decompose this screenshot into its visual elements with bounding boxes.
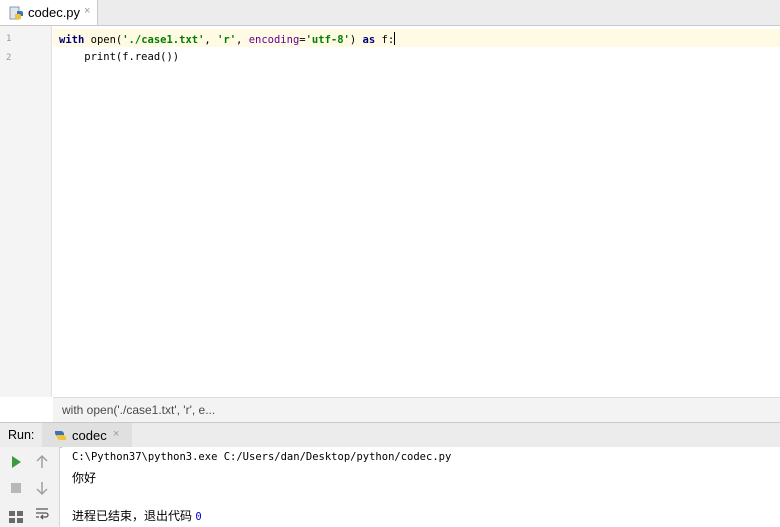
stop-icon[interactable] [8, 480, 24, 496]
soft-wrap-icon[interactable] [34, 505, 50, 521]
path-string: './case1.txt' [122, 34, 205, 46]
encoding-string: 'utf-8' [305, 34, 350, 46]
exit-code: 0 [195, 511, 202, 523]
keyword-as: as [362, 34, 376, 46]
layout-icon[interactable] [8, 507, 24, 523]
editor-tab-bar: codec.py × [0, 0, 780, 26]
run-toolbar [0, 447, 60, 527]
console-output-line: 你好 [72, 471, 97, 485]
open-call: open( [90, 34, 123, 46]
close-paren: ) [349, 34, 357, 46]
python-icon [55, 431, 66, 440]
play-icon[interactable] [8, 454, 24, 470]
mode-string: 'r' [217, 34, 237, 46]
line-number-2: 2 [6, 53, 12, 63]
text-caret [394, 32, 396, 45]
breadcrumb-item[interactable]: with open('./case1.txt', 'r', e... [62, 403, 215, 417]
separator: , [204, 34, 218, 46]
console-exit-line: 进程已结束，退出代码 0 [72, 507, 202, 524]
run-tab-label: codec [72, 428, 107, 443]
run-console[interactable]: C:\Python37\python3.exe C:/Users/dan/Des… [62, 447, 780, 527]
line-number-1: 1 [6, 34, 12, 44]
code-line-1[interactable]: with open('./case1.txt', 'r', encoding='… [59, 32, 396, 46]
line-number-gutter: 1 2 [0, 26, 52, 397]
console-command-line: C:\Python37\python3.exe C:/Users/dan/Des… [72, 451, 452, 463]
run-panel-header: Run: codec × [0, 422, 780, 448]
down-arrow-icon[interactable] [34, 480, 50, 496]
close-tab-icon[interactable]: × [84, 5, 90, 17]
close-run-tab-icon[interactable]: × [113, 428, 119, 440]
editor-tab-codec-py[interactable]: codec.py × [0, 0, 98, 25]
keyword-with: with [59, 34, 85, 46]
run-tab-codec[interactable]: codec × [42, 423, 132, 447]
run-panel-title: Run: [8, 428, 35, 442]
separator: , [236, 34, 249, 46]
exit-message: 进程已结束，退出代码 [72, 509, 196, 523]
up-arrow-icon[interactable] [34, 454, 50, 470]
encoding-param: encoding [248, 34, 300, 46]
breadcrumb: with open('./case1.txt', 'r', e... [53, 397, 780, 422]
python-file-icon [9, 6, 23, 20]
code-editor[interactable]: with open('./case1.txt', 'r', encoding='… [53, 26, 780, 397]
code-line-2[interactable]: print(f.read()) [59, 51, 179, 63]
editor-tab-label: codec.py [28, 5, 81, 20]
